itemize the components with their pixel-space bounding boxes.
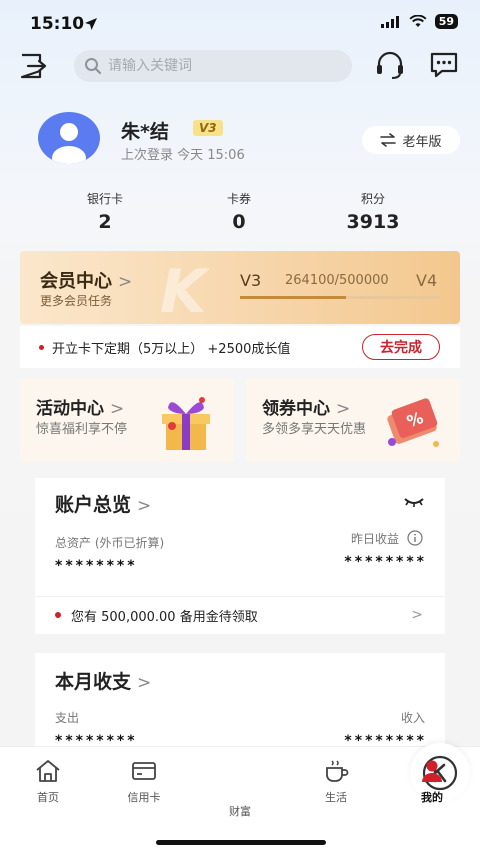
- coffee-icon: [326, 760, 349, 782]
- expense-label: 支出: [55, 711, 80, 725]
- gift-box-icon: [162, 397, 210, 450]
- location-arrow-icon: [85, 18, 97, 30]
- growth-progress-text: 264100/500000: [285, 273, 389, 288]
- coupon-ticket-icon: %: [387, 398, 439, 447]
- battery-indicator: 59: [434, 14, 458, 29]
- yesterday-income-value: ********: [344, 554, 427, 570]
- chevron-right-icon: >: [118, 272, 133, 292]
- elder-mode-button[interactable]: 老年版: [362, 126, 460, 154]
- swap-icon: [380, 133, 397, 147]
- customer-service-icon[interactable]: [374, 49, 406, 81]
- stat-label: 积分: [360, 192, 385, 206]
- nav-label: 生活: [325, 791, 347, 804]
- message-icon[interactable]: [428, 49, 460, 81]
- stat-value: 3913: [346, 211, 400, 233]
- nav-label: 首页: [37, 791, 59, 804]
- nav-item-life[interactable]: 生活: [296, 757, 376, 805]
- stat-value: 0: [232, 211, 246, 233]
- stat-coupons[interactable]: 卡券 0: [184, 190, 294, 233]
- nav-label: 财富: [229, 805, 251, 818]
- member-center-card[interactable]: K 会员中心 > 更多会员任务 V3 264100/500000 V4: [20, 251, 460, 324]
- nav-label: 信用卡: [127, 791, 161, 804]
- stat-label: 银行卡: [86, 192, 123, 206]
- account-overview-card: 账户总览 > 总资产 (外币已折算) ******** 昨日收益 ********…: [35, 478, 445, 634]
- profile-section: 朱*结 V3 上次登录 今天 15:06 老年版: [38, 112, 468, 168]
- avatar[interactable]: [38, 112, 100, 164]
- search-box[interactable]: [74, 50, 352, 82]
- coupon-center-card[interactable]: 领券中心 > 多领多享天天优惠 %: [246, 378, 460, 462]
- status-time: 15:10: [30, 14, 85, 34]
- signal-icon: [380, 15, 399, 28]
- member-center-title: 会员中心 >: [40, 271, 133, 292]
- task-strip: 开立卡下定期（5万以上） +2500成长值 去完成: [20, 326, 460, 368]
- task-text: 开立卡下定期（5万以上） +2500成长值: [52, 341, 291, 357]
- chevron-right-icon: >: [336, 399, 351, 419]
- level-badge: V3: [193, 120, 223, 136]
- stat-value: 2: [98, 211, 112, 233]
- income-label: 收入: [400, 711, 425, 725]
- top-bar: [0, 46, 480, 86]
- next-level: V4: [416, 271, 438, 290]
- stat-label: 卡券: [226, 192, 251, 206]
- member-center-subtitle: 更多会员任务: [40, 294, 113, 308]
- chevron-right-icon: >: [137, 673, 152, 693]
- task-bullet: [39, 344, 44, 350]
- user-icon: [422, 760, 442, 782]
- monthly-title[interactable]: 本月收支 >: [55, 667, 151, 694]
- promo-subtitle: 多领多享天天优惠: [262, 422, 367, 437]
- promo-subtitle: 惊喜福利享不停: [36, 422, 128, 437]
- account-overview-title[interactable]: 账户总览 >: [55, 490, 151, 517]
- nav-item-credit-card[interactable]: 信用卡: [104, 757, 184, 805]
- stats-row: 银行卡 2 卡券 0 积分 3913: [0, 190, 480, 234]
- chevron-right-icon: >: [137, 496, 152, 516]
- info-icon[interactable]: [407, 530, 423, 546]
- member-watermark: K: [160, 257, 207, 324]
- last-login-text: 上次登录 今天 15:06: [121, 148, 245, 163]
- chevron-right-icon: >: [411, 607, 423, 623]
- monthly-income-expense-card: 本月收支 > 支出 收入 ******** ********: [35, 653, 445, 753]
- nav-item-mine[interactable]: 我的: [392, 757, 472, 805]
- credit-card-icon: [132, 762, 156, 780]
- total-assets-label: 总资产 (外币已折算): [55, 536, 165, 550]
- growth-progress-bar: [240, 296, 440, 299]
- search-icon: [85, 58, 102, 75]
- stat-points[interactable]: 积分 3913: [318, 190, 428, 233]
- promo-title: 活动中心 >: [36, 399, 125, 419]
- nav-item-home[interactable]: 首页: [8, 757, 88, 805]
- bottom-nav: 首页 信用卡 财富 生活 我的: [0, 743, 480, 853]
- username: 朱*结: [121, 121, 169, 143]
- logout-icon[interactable]: [18, 51, 48, 81]
- yesterday-income-label: 昨日收益: [350, 532, 399, 546]
- activity-center-card[interactable]: 活动中心 > 惊喜福利享不停: [20, 378, 234, 462]
- current-level: V3: [240, 271, 262, 290]
- avatar-person-icon: [52, 123, 86, 164]
- promo-title: 领券中心 >: [262, 399, 351, 419]
- search-input[interactable]: [108, 58, 328, 74]
- elder-mode-label: 老年版: [402, 134, 442, 150]
- nav-item-wealth[interactable]: 财富: [200, 743, 470, 819]
- notice-bullet: [55, 612, 61, 618]
- chevron-right-icon: >: [110, 399, 125, 419]
- eye-closed-icon[interactable]: [403, 496, 425, 508]
- nav-label: 我的: [421, 791, 443, 804]
- growth-progress-fill: [240, 296, 346, 299]
- complete-task-button[interactable]: 去完成: [362, 334, 440, 360]
- status-bar: 15:10 59: [0, 0, 480, 46]
- home-indicator: [156, 840, 326, 845]
- stat-bank-cards[interactable]: 银行卡 2: [50, 190, 160, 233]
- wifi-icon: [409, 15, 427, 27]
- reserve-fund-notice[interactable]: 您有 500,000.00 备用金待领取 >: [35, 596, 445, 634]
- total-assets-value: ********: [55, 558, 138, 574]
- status-indicators: 59: [380, 14, 458, 29]
- home-icon: [36, 760, 60, 782]
- reserve-fund-text: 您有 500,000.00 备用金待领取: [71, 609, 258, 625]
